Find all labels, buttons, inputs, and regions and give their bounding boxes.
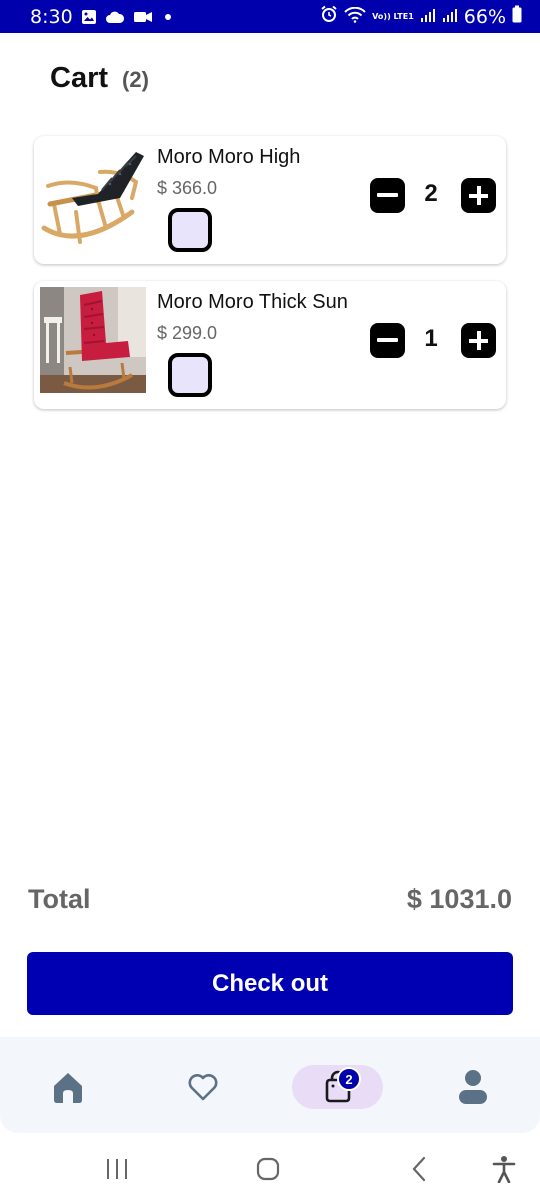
cloud-icon [105,10,125,24]
decrease-quantity-button[interactable] [370,178,405,213]
notification-dot-icon [164,13,171,20]
cart-header: Cart (2) [50,62,149,95]
lte-indicator: Vo)) LTE1 [372,11,414,21]
quantity-value: 2 [424,180,438,207]
status-right: Vo)) LTE1 66% [320,5,522,28]
status-left: 8:30 [30,6,171,28]
clock: 8:30 [30,5,73,28]
bottom-nav: 2 [0,1037,540,1133]
item-select-checkbox[interactable] [168,208,212,252]
item-name: Moro Moro Thick Sun [157,291,348,313]
battery-icon [512,5,522,28]
increase-quantity-button[interactable] [461,178,496,213]
video-icon [133,10,153,24]
home-icon[interactable] [46,1065,90,1109]
item-price: $ 299.0 [157,323,218,343]
profile-icon[interactable] [451,1065,495,1109]
item-select-checkbox[interactable] [168,353,212,397]
total-value: $ 1031.0 [406,884,512,914]
quantity-value: 1 [424,325,438,352]
page-title: Cart [50,62,109,94]
home-circle-icon[interactable] [248,1153,288,1185]
recents-icon[interactable] [97,1153,137,1185]
alarm-icon [320,5,338,28]
nav-cart-tab[interactable] [292,1065,383,1109]
increase-quantity-button[interactable] [461,323,496,358]
wifi-icon [344,6,366,28]
decrease-quantity-button[interactable] [370,323,405,358]
cart-badge: 2 [337,1067,361,1091]
accessibility-icon[interactable] [484,1153,524,1185]
product-image-red-rocking-chair[interactable] [40,287,146,393]
cart-item-card: Moro Moro High $ 366.0 2 [34,136,506,264]
checkout-button[interactable]: Check out [27,952,513,1015]
product-image-black-rocking-chair[interactable] [40,142,146,248]
cart-item-card: Moro Moro Thick Sun $ 299.0 1 [34,281,506,409]
system-nav-bar [0,1133,540,1204]
back-icon[interactable] [400,1153,440,1185]
signal-icon [420,6,436,28]
battery-percent: 66% [463,5,506,28]
heart-icon[interactable] [181,1065,225,1109]
cart-screen: 8:30 Vo)) LTE1 66% Cart (2) Moro Moro Hi… [0,0,540,1204]
total-label: Total [28,884,91,914]
item-price: $ 366.0 [157,178,218,198]
signal-icon-2 [442,6,458,28]
item-name: Moro Moro High [157,146,301,168]
status-bar: 8:30 Vo)) LTE1 66% [0,0,540,33]
gallery-icon [81,9,97,25]
cart-item-count: (2) [122,67,149,92]
